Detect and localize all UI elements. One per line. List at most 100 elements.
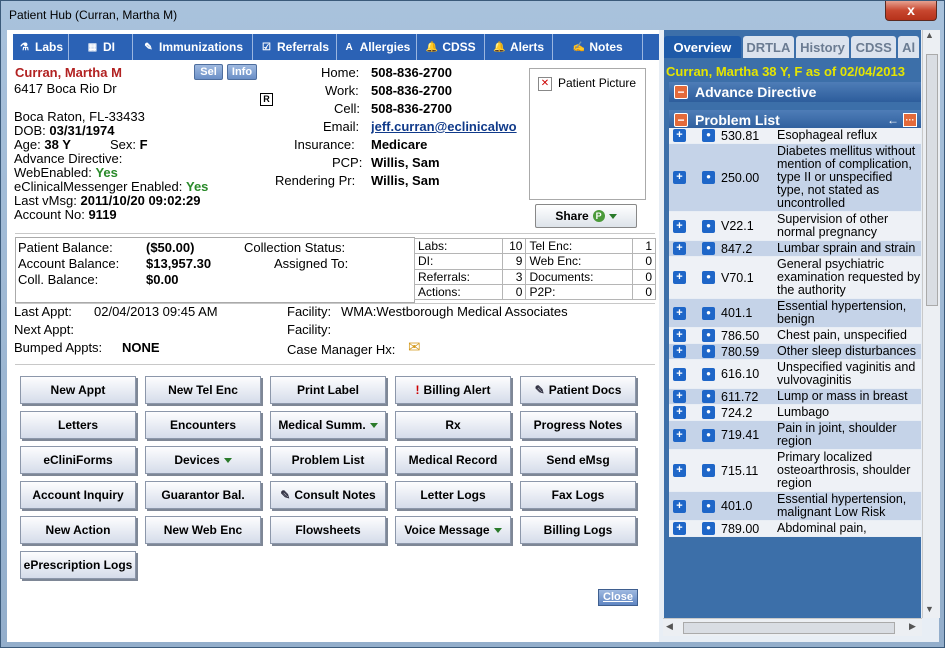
count-value[interactable]: 3 (502, 268, 527, 285)
back-arrow-icon[interactable]: ← (887, 113, 899, 127)
print-label-button[interactable]: Print Label (270, 376, 386, 404)
count-label[interactable]: Actions: (413, 283, 504, 301)
hscroll-thumb[interactable] (683, 622, 895, 634)
account-inquiry-button[interactable]: Account Inquiry (20, 481, 136, 509)
count-label[interactable]: P2P: (525, 283, 633, 301)
send-emsg-button[interactable]: Send eMsg (520, 446, 636, 474)
collapse-icon[interactable]: − (674, 85, 688, 99)
sel-button[interactable]: Sel (194, 64, 223, 80)
medical-record-button[interactable]: Medical Record (395, 446, 511, 474)
problem-row[interactable]: + ● 616.10 Unspecified vaginitis and vulvov… (669, 360, 921, 389)
problem-row[interactable]: + ● 719.41 Pain in joint, shoulder region (669, 421, 921, 450)
new-action-button[interactable]: New Action (20, 516, 136, 544)
count-value[interactable]: 10 (502, 237, 527, 255)
count-label[interactable]: Tel Enc: (525, 237, 633, 255)
tab-immunizations[interactable]: ✎ Immunizations (133, 34, 253, 60)
problem-row[interactable]: + ● 786.50 Chest pain, unspecified (669, 328, 921, 344)
problem-row[interactable]: + ● 724.2 Lumbago (669, 405, 921, 421)
vertical-scrollbar[interactable]: ▲ ▼ (922, 30, 940, 618)
expand-icon[interactable]: + (673, 406, 686, 419)
detail-icon[interactable]: ● (702, 171, 715, 184)
problem-list-section[interactable]: − Problem List ← ··· (669, 110, 921, 130)
count-value[interactable]: 0 (502, 283, 527, 301)
r-button[interactable]: R (260, 93, 273, 106)
problem-row[interactable]: + ● 250.00 Diabetes mellitus without mentio… (669, 144, 921, 212)
flowsheets-button[interactable]: Flowsheets (270, 516, 386, 544)
collapse-icon[interactable]: − (674, 113, 688, 127)
detail-icon[interactable]: ● (702, 329, 715, 342)
tab-di[interactable]: ▦ DI (69, 34, 133, 60)
rx-button[interactable]: Rx (395, 411, 511, 439)
encounters-button[interactable]: Encounters (145, 411, 261, 439)
billing-alert-button[interactable]: ! Billing Alert (395, 376, 511, 404)
tab-al[interactable]: Al (898, 36, 919, 58)
billing-logs-button[interactable]: Billing Logs (520, 516, 636, 544)
fax-logs-button[interactable]: Fax Logs (520, 481, 636, 509)
expand-icon[interactable]: + (673, 219, 686, 233)
expand-icon[interactable]: + (673, 499, 686, 513)
problem-row[interactable]: + ● 530.81 Esophageal reflux (669, 128, 921, 144)
medical-summ-button[interactable]: Medical Summ. (270, 411, 386, 439)
tab-drtla[interactable]: DRTLA (742, 36, 794, 58)
count-value[interactable]: 0 (632, 268, 656, 285)
tab-cdss[interactable]: CDSS (851, 36, 897, 58)
count-label[interactable]: Documents: (525, 268, 633, 285)
tab-history[interactable]: History (795, 36, 850, 58)
problem-row[interactable]: + ● 401.0 Essential hypertension, malignant… (669, 492, 921, 521)
count-value[interactable]: 9 (502, 253, 527, 270)
share-button[interactable]: Share P (535, 204, 637, 228)
detail-icon[interactable]: ● (702, 522, 715, 535)
problem-row[interactable]: + ● 847.2 Lumbar sprain and strain (669, 241, 921, 257)
scroll-down-icon[interactable]: ▼ (925, 604, 934, 614)
eprescription-logs-button[interactable]: ePrescription Logs (20, 551, 136, 579)
progress-notes-button[interactable]: Progress Notes (520, 411, 636, 439)
scroll-right-icon[interactable]: ▶ (909, 621, 916, 632)
detail-icon[interactable]: ● (702, 464, 715, 477)
expand-icon[interactable]: + (673, 367, 686, 381)
detail-icon[interactable]: ● (702, 242, 715, 255)
letter-logs-button[interactable]: Letter Logs (395, 481, 511, 509)
problem-row[interactable]: + ● V22.1 Supervision of other normal pregn… (669, 212, 921, 241)
expand-icon[interactable]: + (673, 242, 686, 255)
expand-icon[interactable]: + (673, 271, 686, 284)
problem-row[interactable]: + ● V70.1 General psychiatric examination r… (669, 257, 921, 299)
scroll-thumb[interactable] (926, 54, 938, 306)
close-button[interactable]: Close (598, 589, 638, 606)
expand-icon[interactable]: + (673, 306, 686, 320)
problem-row[interactable]: + ● 611.72 Lump or mass in breast (669, 389, 921, 405)
tab-labs[interactable]: ⚗ Labs (13, 34, 69, 60)
case-manager-icon[interactable]: ✉ (408, 338, 421, 356)
tab-allergies[interactable]: A Allergies (337, 34, 417, 60)
scroll-up-icon[interactable]: ▲ (925, 30, 934, 40)
new-appt-button[interactable]: New Appt (20, 376, 136, 404)
advance-directive-section[interactable]: − Advance Directive (669, 82, 921, 102)
tab-overview[interactable]: Overview (664, 36, 741, 58)
email-link[interactable]: jeff.curran@eclinicalwo (371, 119, 524, 134)
expand-icon[interactable]: + (673, 464, 686, 477)
expand-icon[interactable]: + (673, 428, 686, 442)
guarantor-bal-button[interactable]: Guarantor Bal. (145, 481, 261, 509)
detail-icon[interactable]: ● (702, 219, 715, 233)
patient-picture[interactable]: ✕ Patient Picture (529, 68, 646, 200)
tab-notes[interactable]: ✍ Notes (553, 34, 643, 60)
detail-icon[interactable]: ● (702, 129, 715, 142)
count-label[interactable]: Referrals: (413, 268, 504, 285)
problem-row[interactable]: + ● 401.1 Essential hypertension, benign (669, 299, 921, 328)
problem-list-button[interactable]: Problem List (270, 446, 386, 474)
count-value[interactable]: 1 (632, 237, 656, 255)
info-button[interactable]: Info (227, 64, 257, 80)
expand-icon[interactable]: + (673, 522, 686, 535)
tab-cdss[interactable]: 🔔 CDSS (417, 34, 485, 60)
expand-icon[interactable]: + (673, 329, 686, 342)
expand-icon[interactable]: + (673, 390, 686, 403)
detail-icon[interactable]: ● (702, 390, 715, 403)
detail-icon[interactable]: ● (702, 367, 715, 381)
detail-icon[interactable]: ● (702, 306, 715, 320)
count-value[interactable]: 0 (632, 253, 656, 270)
detail-icon[interactable]: ● (702, 428, 715, 442)
scroll-left-icon[interactable]: ◀ (666, 621, 673, 632)
problem-row[interactable]: + ● 780.59 Other sleep disturbances (669, 344, 921, 360)
more-icon[interactable]: ··· (903, 113, 917, 127)
count-label[interactable]: DI: (413, 253, 504, 270)
ecliniforms-button[interactable]: eCliniForms (20, 446, 136, 474)
